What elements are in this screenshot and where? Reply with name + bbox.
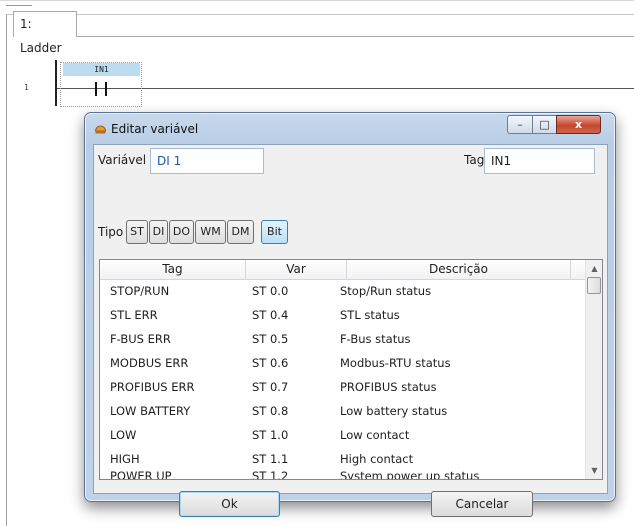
rung-number: 1 [24, 83, 29, 92]
table-scrollbar[interactable]: ▲ ▼ [585, 260, 602, 479]
table-row[interactable]: POWER UP ST 1.2 System power up status [100, 465, 585, 480]
cancel-button[interactable]: Cancelar [431, 491, 533, 517]
row-var: ST 0.6 [252, 356, 289, 370]
row-tag: MODBUS ERR [110, 356, 189, 370]
variable-label: Variável [98, 153, 147, 167]
variable-input[interactable]: DI 1 [150, 148, 264, 174]
contact-symbol-right [105, 82, 107, 96]
maximize-button[interactable]: □ [532, 115, 557, 134]
contact-symbol-left [95, 82, 97, 96]
maximize-icon: □ [539, 118, 550, 131]
edit-variable-dialog: Editar variável – □ x Variável DI 1 Tag … [84, 112, 616, 517]
top-border [0, 0, 634, 1]
row-description: System power up status [340, 469, 480, 480]
row-description: Stop/Run status [340, 284, 432, 298]
row-description: STL status [340, 308, 400, 322]
table-header: Tag Var Descrição [100, 260, 585, 280]
bit-toggle-button[interactable]: Bit [261, 220, 288, 244]
table-row[interactable]: MODBUS ERR ST 0.6 Modbus-RTU status [100, 352, 585, 375]
left-power-rail [55, 60, 57, 106]
table-row[interactable]: PROFIBUS ERR ST 0.7 PROFIBUS status [100, 376, 585, 399]
close-icon: x [574, 118, 583, 131]
row-tag: STL ERR [110, 308, 158, 322]
row-description: PROFIBUS status [340, 380, 437, 394]
ok-button[interactable]: Ok [179, 491, 280, 517]
row-tag: POWER UP [110, 469, 172, 480]
type-dm-button[interactable]: DM [227, 220, 254, 244]
row-tag: LOW [110, 428, 137, 442]
table-row[interactable]: LOW ST 1.0 Low contact [100, 424, 585, 447]
type-label: Tipo [98, 225, 124, 239]
minimize-button[interactable]: – [507, 115, 533, 134]
table-row[interactable]: LOW BATTERY ST 0.8 Low battery status [100, 400, 585, 423]
dialog-title: Editar variável [111, 122, 199, 136]
app-icon [95, 125, 106, 134]
table-row[interactable]: F-BUS ERR ST 0.5 F-Bus status [100, 328, 585, 351]
dialog-content: Variável DI 1 Tag IN1 Tipo ST DI DO WM D… [93, 144, 608, 517]
row-description: Low battery status [340, 404, 448, 418]
column-header-var[interactable]: Var [246, 260, 347, 280]
scroll-thumb[interactable] [587, 277, 601, 294]
tag-input[interactable]: IN1 [484, 148, 595, 174]
variables-table: Tag Var Descrição STOP/RUN ST 0.0 Stop/R… [99, 259, 603, 480]
contact-tag-label: IN1 [63, 63, 140, 76]
scroll-down-icon[interactable]: ▼ [586, 462, 602, 479]
tab-strip-border [77, 36, 634, 37]
row-var: ST 1.0 [252, 428, 289, 442]
tab-ladder[interactable]: 1: Ladder [13, 11, 77, 55]
top-border-accent [6, 5, 32, 6]
table-row[interactable]: STOP/RUN ST 0.0 Stop/Run status [100, 280, 585, 303]
row-var: ST 0.0 [252, 284, 289, 298]
close-button[interactable]: x [556, 115, 601, 134]
type-di-button[interactable]: DI [149, 220, 168, 244]
type-wm-button[interactable]: WM [195, 220, 226, 244]
column-header-tag[interactable]: Tag [100, 260, 246, 280]
row-tag: F-BUS ERR [110, 332, 171, 346]
table-row[interactable]: STL ERR ST 0.4 STL status [100, 304, 585, 327]
row-tag: PROFIBUS ERR [110, 380, 195, 394]
type-st-button[interactable]: ST [126, 220, 148, 244]
row-description: Low contact [340, 428, 410, 442]
row-tag: STOP/RUN [110, 284, 170, 298]
type-do-button[interactable]: DO [169, 220, 194, 244]
row-var: ST 1.2 [252, 469, 289, 480]
minimize-icon: – [517, 118, 523, 131]
row-tag: LOW BATTERY [110, 404, 191, 418]
row-description: Modbus-RTU status [340, 356, 451, 370]
row-var: ST 0.4 [252, 308, 289, 322]
row-description: F-Bus status [340, 332, 411, 346]
scroll-up-icon[interactable]: ▲ [586, 260, 602, 277]
column-header-description[interactable]: Descrição [347, 260, 571, 280]
row-var: ST 0.5 [252, 332, 289, 346]
row-var: ST 0.8 [252, 404, 289, 418]
rung-wire [57, 88, 634, 89]
tag-label: Tag [464, 153, 485, 167]
row-var: ST 0.7 [252, 380, 289, 394]
